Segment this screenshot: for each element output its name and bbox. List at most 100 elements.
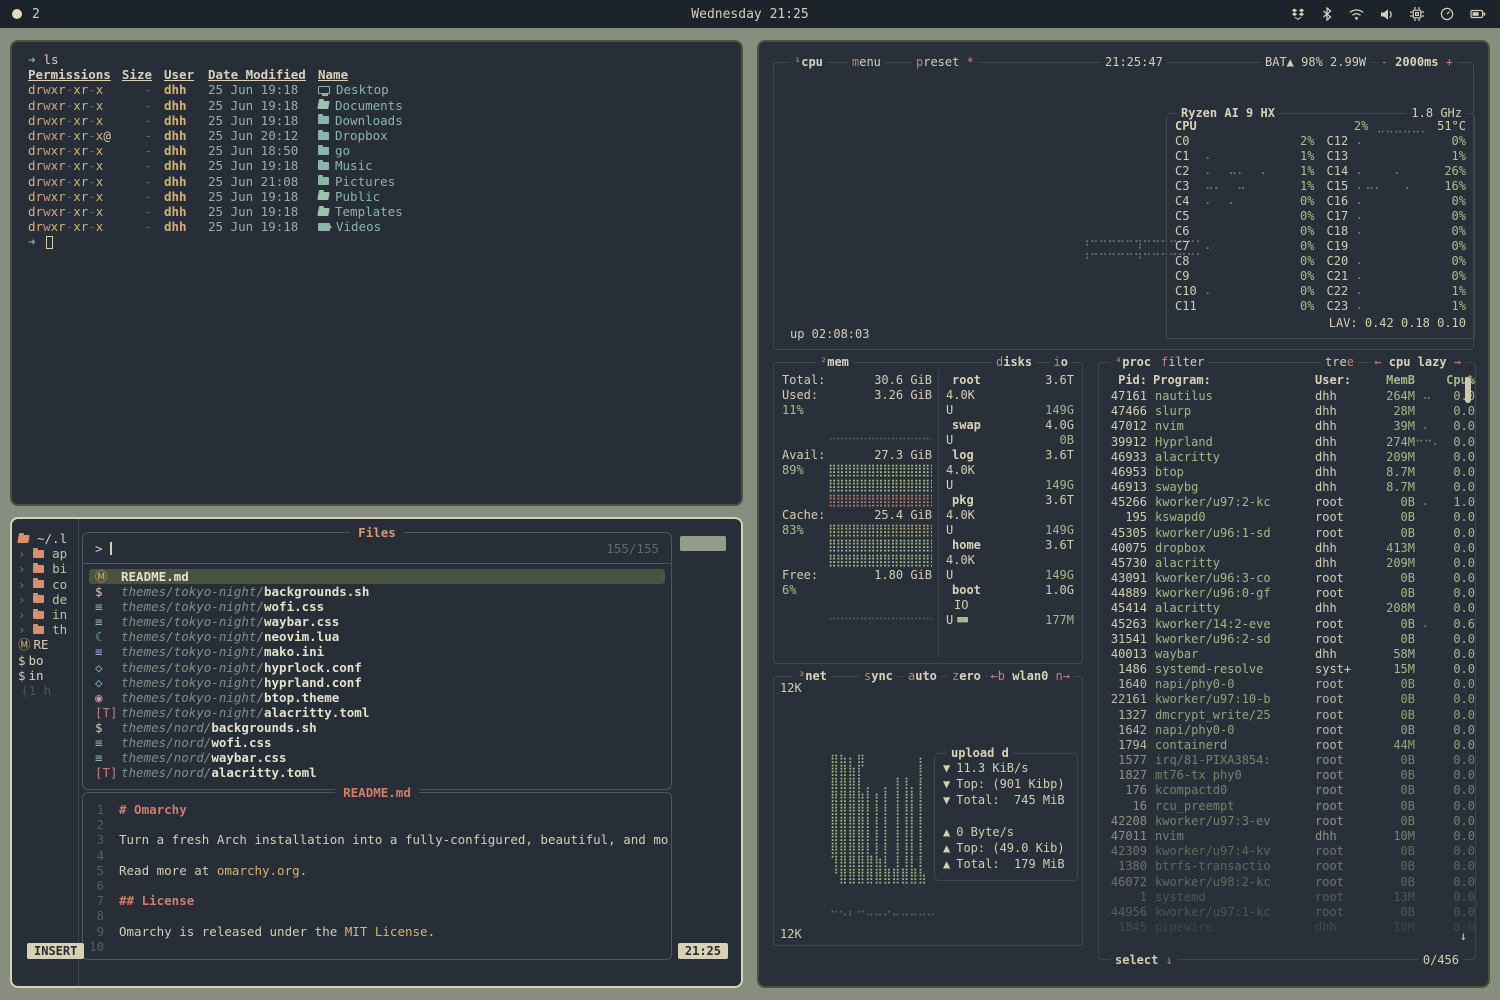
- picker-item[interactable]: ≡ themes/tokyo-night/ wofi.css: [89, 599, 665, 614]
- process-row[interactable]: 47466 slurp dhh 28M 0.0: [1099, 404, 1475, 419]
- process-row[interactable]: 22161 kworker/u97:10-b root 0B 0.0: [1099, 692, 1475, 707]
- picker-item[interactable]: ≡ themes/nord/ wofi.css: [89, 735, 665, 750]
- process-row[interactable]: 1794 containerd root 44M 0.0: [1099, 738, 1475, 753]
- process-row[interactable]: 47012 nvim dhh 39M ⠄ 0.0: [1099, 419, 1475, 434]
- picker-item[interactable]: [T] themes/tokyo-night/ alacritty.toml: [89, 705, 665, 720]
- process-row[interactable]: 1577 irq/81-PIXA3854: root 0B 0.0: [1099, 753, 1475, 768]
- proc-header-row[interactable]: Pid: Program: User: MemB Cpu%: [1099, 373, 1475, 388]
- process-row[interactable]: 45305 kworker/u96:1-sd root 0B 0.0: [1099, 526, 1475, 541]
- header-pid[interactable]: Pid:: [1107, 373, 1153, 388]
- process-row[interactable]: 40075 dropbox dhh 413M 0.0: [1099, 541, 1475, 556]
- picker-item[interactable]: ◉ themes/tokyo-night/ btop.theme: [89, 690, 665, 705]
- file-permissions: drwxr-xr-x: [28, 158, 120, 173]
- process-row[interactable]: 31541 kworker/u96:2-sd root 0B 0.0: [1099, 632, 1475, 647]
- tree-item[interactable]: › in: [18, 607, 80, 622]
- mem-box-title[interactable]: ²mem: [816, 355, 853, 370]
- picker-item[interactable]: ◇ themes/tokyo-night/ hyprlock.conf: [89, 660, 665, 675]
- tree-item[interactable]: $ bo: [18, 653, 80, 668]
- process-row[interactable]: 47011 nvim dhh 10M 0.0: [1099, 829, 1475, 844]
- preset-button[interactable]: preset *: [912, 55, 978, 70]
- process-row[interactable]: 46953 btop dhh 8.7M 0.0: [1099, 465, 1475, 480]
- tree-item[interactable]: › de: [18, 592, 80, 607]
- shell-prompt-cursor[interactable]: ➜: [28, 234, 741, 249]
- process-row[interactable]: 39912 Hyprland dhh 274M ⠒⠒⠄ 0.0: [1099, 435, 1475, 450]
- process-row[interactable]: 46072 kworker/u98:2-kc root 0B 0.0: [1099, 875, 1475, 890]
- tree-item[interactable]: › th: [18, 622, 80, 637]
- process-row[interactable]: 46933 alacritty dhh 209M 0.0: [1099, 450, 1475, 465]
- header-program[interactable]: Program:: [1153, 373, 1311, 388]
- tree-item[interactable]: › ap: [18, 546, 80, 561]
- proc-select-hint[interactable]: select ↓: [1111, 953, 1177, 967]
- picker-item[interactable]: ≡ themes/tokyo-night/ waybar.css: [89, 614, 665, 629]
- proc-scrollbar-thumb[interactable]: [1465, 377, 1471, 403]
- process-row[interactable]: 45263 kworker/14:2-eve root 0B ⠄ 0.6: [1099, 617, 1475, 632]
- process-user: dhh: [1311, 450, 1361, 465]
- cpu-cores-box: Ryzen AI 9 HX 1.8 GHz CPU 2% ⣀⣀⣀⣀⣀⡀ 51°C…: [1166, 113, 1475, 339]
- process-row[interactable]: 42208 kworker/u97:3-ev root 0B 0.0: [1099, 814, 1475, 829]
- wifi-icon[interactable]: [1349, 8, 1364, 21]
- picker-item[interactable]: Ⓜ README.md: [89, 569, 665, 584]
- chip-icon[interactable]: [1410, 7, 1424, 21]
- net-zero-toggle[interactable]: zero: [948, 669, 985, 684]
- workspace-indicator[interactable]: 2: [0, 7, 40, 22]
- refresh-interval-control[interactable]: - 2000ms +: [1377, 55, 1457, 70]
- process-row[interactable]: 1380 btrfs-transactio root 0B 0.0: [1099, 859, 1475, 874]
- tree-item[interactable]: › co: [18, 577, 80, 592]
- scrollbar-thumb[interactable]: [680, 536, 726, 551]
- process-row[interactable]: 1640 napi/phy0-0 root 0B 0.0: [1099, 677, 1475, 692]
- tree-item[interactable]: Ⓜ RE: [18, 637, 80, 652]
- process-row[interactable]: 176 kcompactd0 root 0B 0.0: [1099, 783, 1475, 798]
- net-interface-switcher[interactable]: ←b wlan0 n→: [987, 669, 1074, 684]
- tree-item[interactable]: $ in: [18, 668, 80, 683]
- io-toggle[interactable]: io: [1050, 355, 1072, 370]
- process-row[interactable]: 16 rcu_preempt root 0B 0.0: [1099, 799, 1475, 814]
- core-name: C5: [1175, 209, 1205, 224]
- process-row[interactable]: 47161 nautilus dhh 264M ⠤ 0.0: [1099, 389, 1475, 404]
- process-pid: 45414: [1107, 601, 1153, 616]
- picker-item[interactable]: ≡ themes/tokyo-night/ mako.ini: [89, 644, 665, 659]
- header-memory[interactable]: MemB: [1361, 373, 1415, 388]
- bluetooth-icon[interactable]: [1321, 7, 1333, 21]
- process-row[interactable]: 1827 mt76-tx phy0 root 0B 0.0: [1099, 768, 1475, 783]
- disks-toggle[interactable]: disks: [992, 355, 1036, 370]
- process-row[interactable]: 1642 napi/phy0-0 root 0B 0.0: [1099, 723, 1475, 738]
- tree-item[interactable]: › bi: [18, 561, 80, 576]
- process-row[interactable]: 46913 swaybg dhh 8.7M 0.0: [1099, 480, 1475, 495]
- header-user[interactable]: User:: [1311, 373, 1361, 388]
- proc-box-title[interactable]: ⁴proc: [1111, 355, 1155, 370]
- process-row[interactable]: 1486 systemd-resolve syst+ 15M 0.0: [1099, 662, 1475, 677]
- proc-filter-button[interactable]: filter: [1157, 355, 1208, 370]
- scroll-down-arrow[interactable]: ↓: [1460, 929, 1467, 943]
- picker-item[interactable]: ≡ themes/nord/ waybar.css: [89, 750, 665, 765]
- picker-item[interactable]: $ themes/nord/ backgrounds.sh: [89, 720, 665, 735]
- process-row[interactable]: 45414 alacritty dhh 208M 0.0: [1099, 601, 1475, 616]
- net-auto-toggle[interactable]: auto: [904, 669, 941, 684]
- picker-item[interactable]: ◇ themes/tokyo-night/ hyprland.conf: [89, 675, 665, 690]
- process-row[interactable]: 44889 kworker/u96:0-gf root 0B 0.0: [1099, 586, 1475, 601]
- picker-item[interactable]: $ themes/tokyo-night/ backgrounds.sh: [89, 584, 665, 599]
- tree-item[interactable]: ~/.l: [18, 531, 80, 546]
- picker-item[interactable]: [T] themes/nord/ alacritty.toml: [89, 765, 665, 780]
- process-row[interactable]: 1 systemd root 13M 0.0: [1099, 890, 1475, 905]
- tree-item[interactable]: (1 h: [18, 683, 80, 698]
- picker-item[interactable]: ☾ themes/tokyo-night/ neovim.lua: [89, 629, 665, 644]
- proc-tree-toggle[interactable]: tree: [1321, 355, 1358, 370]
- process-row[interactable]: 45730 alacritty dhh 209M 0.0: [1099, 556, 1475, 571]
- proc-sort-switcher[interactable]: ← cpu lazy →: [1370, 355, 1465, 370]
- process-row[interactable]: 43091 kworker/u96:3-co root 0B 0.0: [1099, 571, 1475, 586]
- cpu-box-title[interactable]: ¹cpu: [790, 55, 827, 70]
- process-row[interactable]: 40013 waybar dhh 58M 0.0: [1099, 647, 1475, 662]
- process-row[interactable]: 195 kswapd0 root 0B 0.0: [1099, 510, 1475, 525]
- process-row[interactable]: 1845 pipewire dhh 10M 0.0: [1099, 920, 1475, 935]
- menu-button[interactable]: menu: [848, 55, 885, 70]
- dropbox-icon[interactable]: [1291, 7, 1305, 21]
- gauge-icon[interactable]: [1440, 7, 1454, 21]
- process-row[interactable]: 1327 dmcrypt_write/25 root 0B 0.0: [1099, 708, 1475, 723]
- battery-icon[interactable]: [1470, 8, 1486, 20]
- process-row[interactable]: 42309 kworker/u97:4-kv root 0B 0.0: [1099, 844, 1475, 859]
- process-row[interactable]: 45266 kworker/u97:2-kc root 0B ⠄ 1.0: [1099, 495, 1475, 510]
- statusline-clock: 21:25: [678, 943, 728, 959]
- volume-icon[interactable]: [1380, 8, 1394, 21]
- net-sync-toggle[interactable]: sync: [860, 669, 897, 684]
- process-row[interactable]: 44956 kworker/u97:1-kc root 0B 0.0: [1099, 905, 1475, 920]
